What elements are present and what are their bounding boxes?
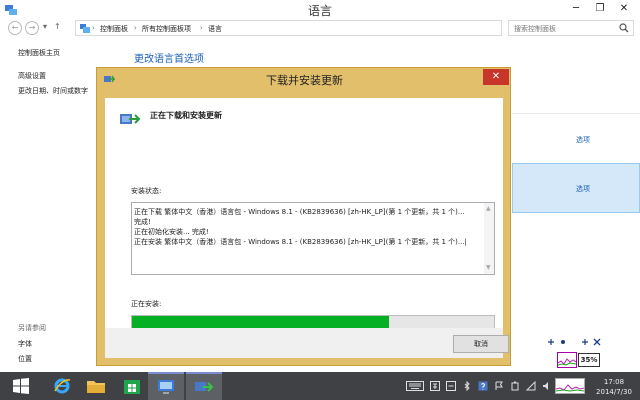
install-log-textarea[interactable]: 正在下载 繁体中文（香港）语言包 - Windows 8.1 - (KB2839… xyxy=(131,202,495,275)
dot-icon[interactable] xyxy=(559,338,567,346)
address-row: ← → ▾ ↑ › 控制面板 › 所有控制面板项 › 语言 搜索控制面板 xyxy=(0,19,640,37)
dialog-title: 下载并安装更新 xyxy=(266,74,343,87)
nav-control-panel-home[interactable]: 控制面板主页 xyxy=(18,48,60,58)
pin-icon[interactable] xyxy=(547,338,555,346)
keyboard-icon[interactable] xyxy=(406,381,424,391)
breadcrumb-separator: › xyxy=(134,24,137,32)
cpu-percent-badge: 35% xyxy=(578,353,600,367)
breadcrumb-separator: › xyxy=(200,24,203,32)
log-line: 完成! xyxy=(134,218,151,226)
nav-advanced-settings[interactable]: 高级设置 xyxy=(18,71,46,81)
clock-time: 17:08 xyxy=(603,378,625,386)
see-also-location[interactable]: 位置 xyxy=(18,354,32,364)
close-icon[interactable] xyxy=(593,338,601,346)
dialog-titlebar: 下载并安装更新 ✕ xyxy=(97,68,512,90)
breadcrumb-separator: › xyxy=(92,24,95,32)
address-bar[interactable]: › 控制面板 › 所有控制面板项 › 语言 xyxy=(75,20,502,36)
installing-label: 正在安装: xyxy=(131,300,162,308)
search-placeholder: 搜索控制面板 xyxy=(514,25,556,33)
taskbar-control-panel[interactable] xyxy=(148,372,184,400)
power-icon[interactable] xyxy=(510,381,520,391)
cancel-button[interactable]: 取消 xyxy=(453,335,509,353)
forward-button[interactable]: → xyxy=(25,21,39,35)
dialog-heading: 正在下载和安装更新 xyxy=(150,111,222,120)
store-icon xyxy=(124,380,140,394)
close-window-button[interactable]: ✕ xyxy=(612,0,636,18)
search-icon xyxy=(619,23,629,33)
search-input[interactable]: 搜索控制面板 xyxy=(508,20,634,36)
window-title: 语言 xyxy=(307,4,332,18)
nav-change-date-time[interactable]: 更改日期、时间或数字 xyxy=(18,86,96,96)
folder-icon xyxy=(87,381,105,393)
graph-icon xyxy=(557,358,577,366)
activity-graph-icon xyxy=(555,384,585,392)
taskbar-update-dialog[interactable] xyxy=(186,372,222,400)
scroll-down-icon[interactable]: ▼ xyxy=(486,264,491,271)
language-indicator-icon[interactable] xyxy=(430,381,440,391)
back-button[interactable]: ← xyxy=(8,21,22,35)
taskbar-store[interactable] xyxy=(114,372,150,400)
network-icon[interactable] xyxy=(526,381,536,391)
tray-graph-widget[interactable] xyxy=(555,378,585,394)
breadcrumb-language[interactable]: 语言 xyxy=(208,24,222,34)
dialog-footer: 取消 xyxy=(105,328,509,358)
windows-logo-icon xyxy=(13,378,29,394)
window-titlebar: 语言 ─ ❐ ✕ xyxy=(0,0,640,20)
log-line: 正在初始化安装... 完成! xyxy=(134,228,209,236)
up-button[interactable]: ↑ xyxy=(54,22,61,31)
bluetooth-icon[interactable] xyxy=(462,381,472,391)
start-button[interactable] xyxy=(4,372,40,400)
update-dialog: 下载并安装更新 ✕ 正在下载和安装更新 安装状态: 正在下载 繁体中文（香港）语… xyxy=(96,67,511,366)
internet-explorer-icon xyxy=(54,378,71,394)
update-icon xyxy=(195,382,214,392)
network-graph-widget xyxy=(557,352,577,368)
install-status-label: 安装状态: xyxy=(131,187,162,195)
dialog-body: 正在下载和安装更新 安装状态: 正在下载 繁体中文（香港）语言包 - Windo… xyxy=(105,98,503,333)
log-line: 正在安装 繁体中文（香港）语言包 - Windows 8.1 - (KB2839… xyxy=(134,238,467,246)
language-options-link[interactable]: 选项 xyxy=(576,135,590,145)
log-scrollbar[interactable]: ▲ ▼ xyxy=(484,203,494,274)
taskbar: 17:08 2014/7/30 xyxy=(0,372,640,400)
taskbar-clock[interactable]: 17:08 2014/7/30 xyxy=(590,377,638,397)
ime-icon[interactable] xyxy=(446,381,456,391)
taskbar-file-explorer[interactable] xyxy=(78,372,114,400)
see-also-heading: 另请参阅 xyxy=(18,324,46,332)
scroll-up-icon[interactable]: ▲ xyxy=(486,205,491,212)
help-icon[interactable] xyxy=(478,381,488,391)
page-title: 更改语言首选项 xyxy=(134,54,204,65)
language-options-link[interactable]: 选项 xyxy=(576,184,590,194)
control-panel-icon xyxy=(158,380,174,394)
restore-button[interactable]: ❐ xyxy=(588,0,612,18)
dialog-close-button[interactable]: ✕ xyxy=(483,69,509,85)
expand-icon[interactable] xyxy=(581,338,589,346)
control-panel-icon xyxy=(80,24,90,33)
recent-locations-icon[interactable]: ▾ xyxy=(43,22,47,31)
breadcrumb-all-items[interactable]: 所有控制面板项 xyxy=(142,24,191,34)
see-also-fonts[interactable]: 字体 xyxy=(18,339,32,349)
log-line: 正在下载 繁体中文（香港）语言包 - Windows 8.1 - (KB2839… xyxy=(134,208,465,216)
language-update-icon xyxy=(120,114,141,124)
taskbar-ie[interactable] xyxy=(44,372,80,400)
breadcrumb-control-panel[interactable]: 控制面板 xyxy=(100,24,128,34)
clock-date: 2014/7/30 xyxy=(596,388,632,396)
minimize-button[interactable]: ─ xyxy=(564,0,588,18)
list-separator xyxy=(512,113,640,114)
flag-icon[interactable] xyxy=(494,381,504,391)
volume-icon[interactable] xyxy=(542,381,552,391)
